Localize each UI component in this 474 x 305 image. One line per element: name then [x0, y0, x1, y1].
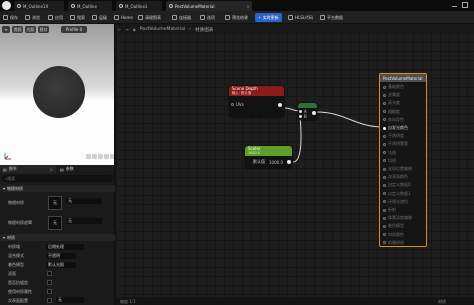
pin-label: 环境光遮挡 [388, 198, 408, 204]
pin-socket-icon [383, 110, 386, 114]
pin-socket-icon [383, 159, 386, 163]
pin-b[interactable]: B [299, 114, 307, 119]
pin-label: 自定义数据0 [388, 182, 411, 188]
pin-label: 切线 [388, 157, 396, 163]
pin-socket-icon [383, 192, 386, 196]
output-pin-icon[interactable] [278, 103, 282, 107]
pin-socket-icon [383, 233, 386, 237]
node-header: Scene Depth 输入: 默认值 [229, 86, 284, 96]
node-material-output[interactable]: PostVolumeMaterial 基础颜色金属度高光度粗糙度各向异性自发光颜… [379, 73, 427, 247]
pin-label: 像素深度偏移 [388, 215, 412, 221]
material-editor-window: M_Outline1X M_Outline M_Outline1 PostVol… [0, 0, 474, 305]
output-pin-icon[interactable] [287, 160, 291, 164]
output-pin-row[interactable]: 高光度 [383, 100, 400, 106]
pin-label: 材质属性 [388, 231, 404, 237]
pin-socket-icon [383, 175, 386, 179]
pin-label: 着色模型 [388, 223, 404, 229]
pin-socket-icon [383, 183, 386, 187]
pin-socket-icon [383, 101, 386, 105]
output-pin-icon[interactable] [312, 111, 316, 115]
pin-socket-icon [383, 118, 386, 122]
pin-label: 自发光颜色 [388, 125, 408, 130]
pin-socket-icon [383, 216, 386, 220]
output-pin-row[interactable]: 基础颜色 [383, 84, 404, 90]
pin-label: 基础颜色 [388, 84, 404, 89]
output-pin-row[interactable]: 前端材质 [383, 240, 404, 246]
pin-socket-icon [383, 126, 386, 130]
output-pin-row[interactable]: 次表面颜色 [383, 174, 408, 180]
pin-socket-icon [231, 103, 234, 106]
output-pin-row[interactable]: 粗糙度 [383, 109, 400, 115]
pin-label: 金属度 [388, 92, 400, 98]
pin-socket-icon [383, 134, 386, 138]
output-pin-row[interactable]: 材质属性 [383, 232, 404, 238]
scalar-value-input[interactable]: 1000.0 [267, 159, 285, 165]
pin-socket-icon [383, 241, 386, 245]
output-pin-row[interactable]: 法线 [383, 150, 396, 156]
output-pin-row[interactable]: 自定义数据1 [383, 191, 411, 197]
node-header: Scalar 1000.0 [245, 146, 292, 156]
pin-socket-icon [299, 110, 302, 113]
pin-socket-icon [383, 208, 386, 212]
pin-socket-icon [383, 224, 386, 228]
pin-socket-icon [299, 115, 302, 118]
pin-uvs[interactable]: UVs [231, 102, 244, 107]
pin-label: 法线 [388, 149, 396, 155]
output-pin-row[interactable]: 全局位置偏移 [383, 166, 412, 172]
pin-label: 折射 [388, 207, 396, 212]
output-pin-row[interactable]: 自发光颜色 [383, 125, 408, 131]
pin-label: 不透明蒙版 [388, 141, 408, 147]
status-label: 材质 [438, 299, 446, 304]
output-pin-row[interactable]: 像素深度偏移 [383, 215, 412, 221]
node-header [298, 103, 317, 108]
pin-label: 次表面颜色 [388, 174, 408, 180]
output-pin-row[interactable]: 自定义数据0 [383, 182, 411, 188]
node-scalar-parameter[interactable]: Scalar 1000.0 默认值 1000.0 [245, 146, 292, 168]
output-pin-row[interactable]: 着色模型 [383, 223, 404, 229]
node-scene-depth[interactable]: Scene Depth 输入: 默认值 UVs [229, 86, 284, 117]
pin-label: 前端材质 [388, 239, 404, 245]
pin-socket-icon [383, 85, 386, 89]
output-pin-row[interactable]: 不透明蒙版 [383, 141, 408, 147]
pin-label: 全局位置偏移 [388, 166, 412, 171]
pin-label: 不透明度 [388, 133, 404, 139]
param-default-value: 默认值 1000.0 [253, 159, 285, 165]
output-node-title: PostVolumeMaterial [380, 74, 426, 82]
output-pin-row[interactable]: 折射 [383, 207, 396, 213]
pin-socket-icon [383, 167, 386, 171]
pin-socket-icon [383, 200, 386, 204]
pin-label: 各向异性 [388, 116, 404, 122]
node-divide[interactable]: A B [298, 103, 317, 120]
pin-label: 自定义数据1 [388, 190, 411, 196]
zoom-label: 缩放 1:1 [120, 299, 136, 304]
output-pin-row[interactable]: 环境光遮挡 [383, 199, 408, 205]
pin-label: 高光度 [388, 100, 400, 106]
output-pin-row[interactable]: 金属度 [383, 92, 400, 98]
output-pin-row[interactable]: 切线 [383, 158, 396, 164]
output-pin-row[interactable]: 不透明度 [383, 133, 404, 139]
graph-status-bar: 缩放 1:1 材质 [116, 297, 474, 305]
output-pin-row[interactable]: 各向异性 [383, 117, 404, 123]
pin-socket-icon [383, 151, 386, 155]
pin-socket-icon [383, 142, 386, 146]
pin-socket-icon [383, 93, 386, 97]
pin-label: 粗糙度 [388, 108, 400, 114]
